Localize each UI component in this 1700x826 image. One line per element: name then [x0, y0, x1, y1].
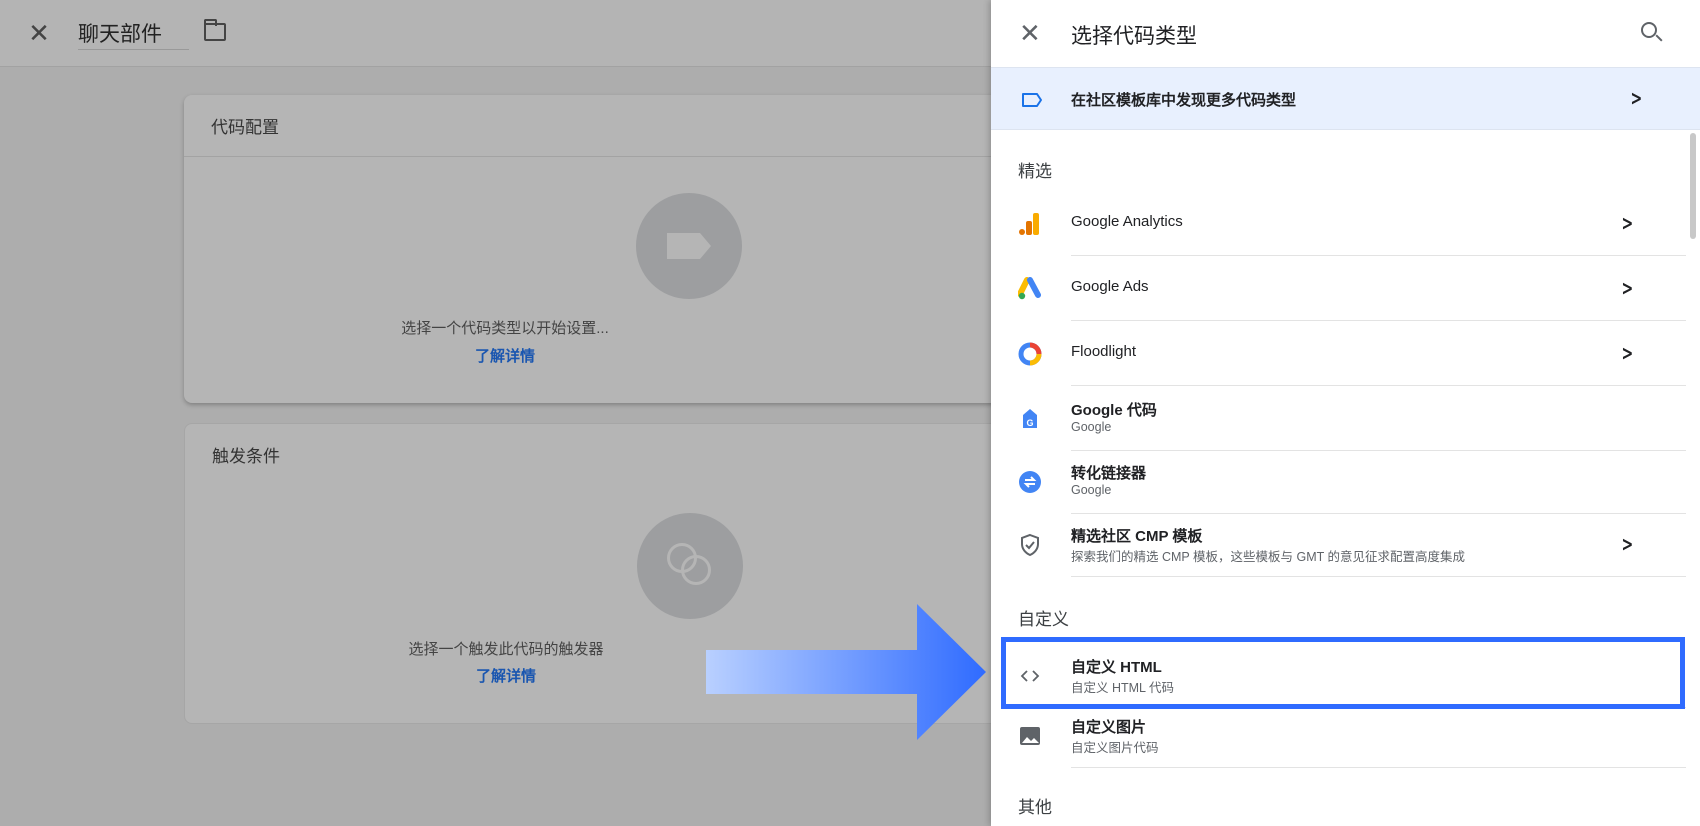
learn-more-link[interactable]: 了解详情 [0, 345, 1010, 366]
highlight-box [1001, 637, 1685, 709]
shield-check-icon [1021, 533, 1039, 557]
chevron-right-icon: > [1621, 532, 1634, 556]
tag-type-floodlight[interactable]: Floodlight > [991, 322, 1691, 386]
tag-type-cmp-templates[interactable]: 精选社区 CMP 模板 探索我们的精选 CMP 模板，这些模板与 GMT 的意见… [991, 513, 1691, 577]
panel-header: ✕ 选择代码类型 [991, 0, 1700, 67]
chevron-right-icon: > [1621, 211, 1634, 235]
chevron-right-icon: > [1621, 276, 1634, 300]
tag-icon [1022, 93, 1042, 107]
close-icon[interactable]: ✕ [26, 20, 52, 46]
card-message: 选择一个代码类型以开始设置... [401, 320, 609, 337]
tag-placeholder-icon[interactable] [636, 193, 742, 299]
tag-type-google-analytics[interactable]: Google Analytics > [991, 192, 1691, 256]
tag-type-description: 探索我们的精选 CMP 模板，这些模板与 GMT 的意见征求配置高度集成 [1071, 550, 1465, 564]
tag-type-custom-image[interactable]: 自定义图片 自定义图片代码 [991, 704, 1691, 768]
tag-type-name: 精选社区 CMP 模板 [1071, 528, 1203, 545]
section-featured: 精选 [1018, 162, 1052, 181]
close-icon[interactable]: ✕ [1019, 20, 1041, 46]
folder-icon[interactable] [204, 19, 226, 41]
tag-type-name: Google 代码 [1071, 402, 1157, 419]
tag-type-name: 自定义图片 [1071, 719, 1147, 736]
top-bar: ✕ 聊天部件 [0, 0, 991, 67]
tag-type-google-tag[interactable]: G Google 代码 Google [991, 387, 1691, 451]
tag-type-name: Floodlight [1071, 343, 1137, 360]
tag-type-google-ads[interactable]: Google Ads > [991, 257, 1691, 321]
community-gallery-banner[interactable]: 在社区模板库中发现更多代码类型 > [991, 67, 1700, 130]
tag-configuration-card[interactable]: 代码配置 选择一个代码类型以开始设置... 了解详情 [184, 95, 1004, 403]
tag-name-input[interactable]: 聊天部件 [78, 18, 189, 50]
search-icon[interactable] [1641, 22, 1657, 38]
panel-title: 选择代码类型 [1071, 25, 1197, 48]
section-custom: 自定义 [1018, 610, 1069, 629]
tag-type-name: Google Ads [1071, 278, 1149, 295]
google-ads-icon [1018, 277, 1041, 300]
svg-text:G: G [1026, 418, 1033, 428]
conversion-linker-icon [1019, 471, 1041, 493]
chevron-right-icon: > [1630, 86, 1643, 110]
divider [184, 156, 1004, 157]
tag-type-vendor: Google [1071, 483, 1112, 497]
floodlight-icon [1018, 342, 1042, 366]
chevron-right-icon: > [1621, 341, 1634, 365]
tag-type-name: Google Analytics [1071, 213, 1183, 230]
card-title: 代码配置 [211, 118, 279, 137]
banner-text: 在社区模板库中发现更多代码类型 [1071, 92, 1297, 109]
card-title: 触发条件 [212, 447, 280, 466]
tag-type-name: 转化链接器 [1071, 465, 1147, 482]
tag-type-conversion-linker[interactable]: 转化链接器 Google [991, 450, 1691, 514]
pointer-arrow-icon [706, 604, 986, 740]
section-other: 其他 [1018, 798, 1052, 817]
image-icon [1020, 727, 1040, 745]
google-analytics-icon [1019, 213, 1039, 235]
tag-type-description: 自定义图片代码 [1071, 741, 1159, 755]
tag-type-vendor: Google [1071, 420, 1112, 434]
google-tag-icon: G [1023, 409, 1037, 428]
